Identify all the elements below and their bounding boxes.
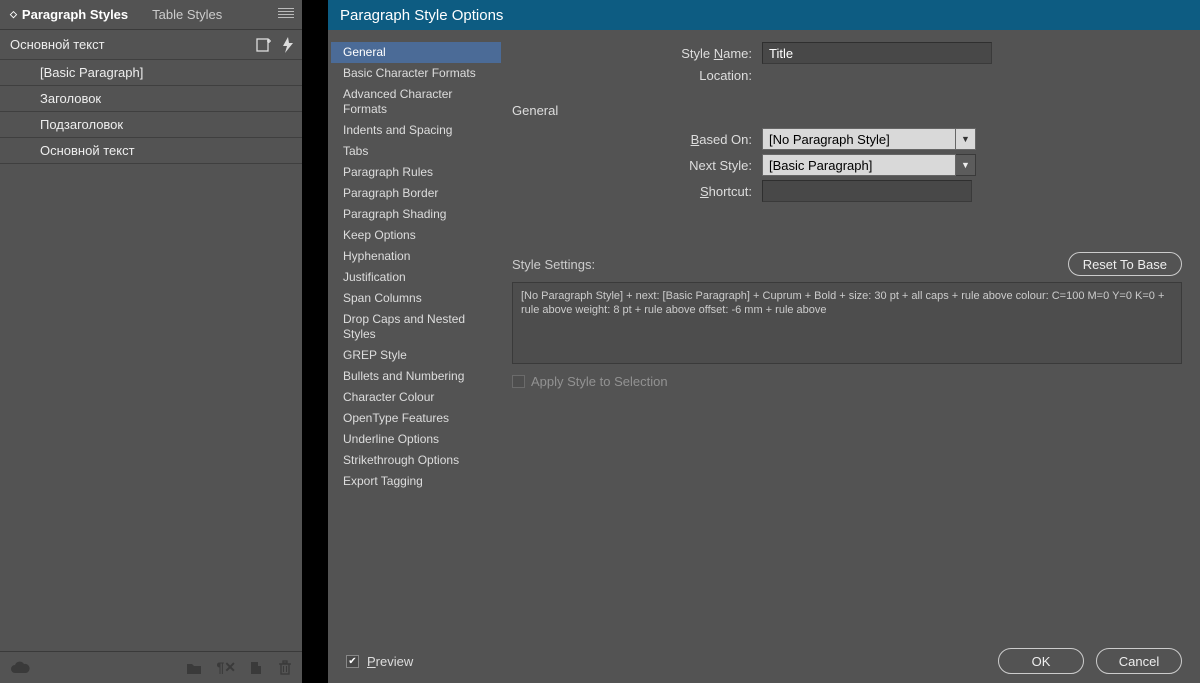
category-item[interactable]: Advanced Character Formats xyxy=(331,84,501,120)
section-title: General xyxy=(512,103,1182,118)
style-list: [Basic Paragraph] Заголовок Подзаголовок… xyxy=(0,60,302,651)
category-item[interactable]: Tabs xyxy=(331,141,501,162)
style-name-label: Style Name: xyxy=(512,46,762,61)
category-item[interactable]: Strikethrough Options xyxy=(331,450,501,471)
ok-button[interactable]: OK xyxy=(998,648,1084,674)
based-on-select[interactable]: [No Paragraph Style] xyxy=(762,128,956,150)
category-item[interactable]: Paragraph Shading xyxy=(331,204,501,225)
preview-label: Preview xyxy=(367,654,413,669)
new-doc-icon[interactable] xyxy=(250,661,264,675)
updown-icon: ◇ xyxy=(10,9,17,20)
tab-label: Table Styles xyxy=(152,7,222,22)
apply-to-selection-label: Apply Style to Selection xyxy=(531,374,668,389)
new-style-icon[interactable] xyxy=(256,37,272,53)
clear-override-icon[interactable]: ¶✕ xyxy=(216,659,236,676)
current-style-label: Основной текст xyxy=(10,37,105,52)
folder-icon[interactable] xyxy=(186,661,202,675)
reset-to-base-button[interactable]: Reset To Base xyxy=(1068,252,1182,276)
chevron-down-icon[interactable]: ▼ xyxy=(956,154,976,176)
next-style-label: Next Style: xyxy=(512,158,762,173)
category-item[interactable]: Basic Character Formats xyxy=(331,63,501,84)
category-item[interactable]: GREP Style xyxy=(331,345,501,366)
paragraph-style-options-dialog: Paragraph Style Options General Basic Ch… xyxy=(328,0,1200,683)
tab-label: Paragraph Styles xyxy=(22,7,128,22)
chevron-down-icon[interactable]: ▼ xyxy=(956,128,976,150)
location-label: Location: xyxy=(512,68,762,83)
category-item[interactable]: Justification xyxy=(331,267,501,288)
quick-apply-icon[interactable] xyxy=(282,37,294,53)
category-item[interactable]: Underline Options xyxy=(331,429,501,450)
category-item[interactable]: Bullets and Numbering xyxy=(331,366,501,387)
based-on-label: Based On: xyxy=(512,132,762,147)
ccloud-icon[interactable] xyxy=(10,661,30,675)
style-item[interactable]: Заголовок xyxy=(0,86,302,112)
category-item[interactable]: Span Columns xyxy=(331,288,501,309)
category-item[interactable]: Drop Caps and Nested Styles xyxy=(331,309,501,345)
category-item[interactable]: General xyxy=(331,42,501,63)
category-item[interactable]: Character Colour xyxy=(331,387,501,408)
category-item[interactable]: Paragraph Rules xyxy=(331,162,501,183)
trash-icon[interactable] xyxy=(278,660,292,676)
category-item[interactable]: Hyphenation xyxy=(331,246,501,267)
category-item[interactable]: Indents and Spacing xyxy=(331,120,501,141)
style-settings-label: Style Settings: xyxy=(512,257,595,272)
next-style-select[interactable]: [Basic Paragraph] xyxy=(762,154,956,176)
tab-table-styles[interactable]: Table Styles xyxy=(142,1,236,28)
shortcut-input[interactable] xyxy=(762,180,972,202)
cancel-button[interactable]: Cancel xyxy=(1096,648,1182,674)
style-name-input[interactable] xyxy=(762,42,992,64)
style-item[interactable]: Основной текст xyxy=(0,138,302,164)
category-item[interactable]: Paragraph Border xyxy=(331,183,501,204)
styles-panel: ◇ Paragraph Styles Table Styles Основной… xyxy=(0,0,302,683)
category-item[interactable]: Keep Options xyxy=(331,225,501,246)
category-list: General Basic Character Formats Advanced… xyxy=(328,30,504,683)
shortcut-label: Shortcut: xyxy=(512,184,762,199)
category-item[interactable]: Export Tagging xyxy=(331,471,501,492)
tab-paragraph-styles[interactable]: ◇ Paragraph Styles xyxy=(0,1,142,28)
category-item[interactable]: OpenType Features xyxy=(331,408,501,429)
panel-menu-icon[interactable] xyxy=(278,8,294,18)
preview-checkbox[interactable] xyxy=(346,655,359,668)
style-item[interactable]: Подзаголовок xyxy=(0,112,302,138)
style-item[interactable]: [Basic Paragraph] xyxy=(0,60,302,86)
style-settings-box: [No Paragraph Style] + next: [Basic Para… xyxy=(512,282,1182,364)
dialog-title: Paragraph Style Options xyxy=(328,0,1200,30)
apply-to-selection-checkbox xyxy=(512,375,525,388)
